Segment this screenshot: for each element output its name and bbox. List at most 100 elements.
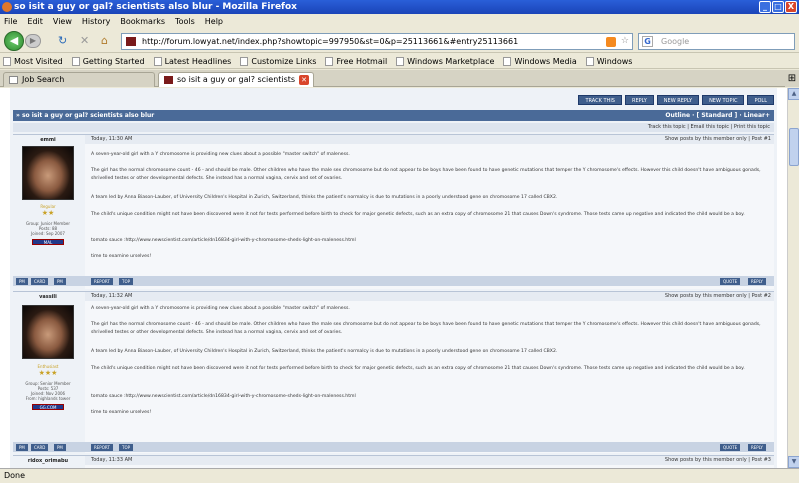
bookmark-latest-headlines[interactable]: Latest Headlines — [153, 54, 231, 68]
topic-title: » so isit a guy or gal? scientists also … — [16, 112, 155, 119]
google-search-icon[interactable]: G — [642, 36, 653, 47]
bookmark-free-hotmail[interactable]: Free Hotmail — [325, 54, 387, 68]
avatar — [22, 146, 74, 200]
post-header-links[interactable]: Show posts by this member only | Post #2 — [665, 292, 771, 301]
reply-button[interactable]: REPLY — [624, 95, 654, 105]
topic-view-options[interactable]: Outline · [ Standard ] · Linear+ — [665, 110, 770, 121]
status-text: Done — [4, 471, 26, 480]
post-body: Today, 11:32 AM Show posts by this membe… — [85, 292, 774, 453]
tab-forum-topic[interactable]: so isit a guy or gal? scientists als... … — [158, 72, 314, 98]
reply-button[interactable]: REPLY — [748, 278, 766, 285]
menu-bookmarks[interactable]: Bookmarks — [120, 14, 165, 29]
pm-button[interactable]: PM — [16, 278, 28, 285]
reply-button[interactable]: REPLY — [748, 444, 766, 451]
menu-edit[interactable]: Edit — [27, 14, 43, 29]
track-button[interactable]: TRACK THIS — [578, 95, 622, 105]
firefox-icon — [2, 2, 12, 12]
topic-options-row[interactable]: Track this topic | Email this topic | Pr… — [13, 123, 774, 132]
stop-icon[interactable]: ✕ — [80, 35, 89, 47]
forum-page: TRACK THIS REPLY NEW REPLY NEW TOPIC POL… — [10, 88, 777, 468]
rss-feed-icon[interactable] — [606, 37, 616, 47]
site-favicon — [126, 37, 136, 46]
menu-history[interactable]: History — [82, 14, 110, 29]
post-paragraph: time to examine urselves! — [91, 410, 152, 415]
post-author-panel: vassili Enthusiast ★★★ Group: Senior Mem… — [13, 292, 83, 453]
post-paragraph: A team led by Anna Biason-Lauber, of Uni… — [91, 195, 558, 200]
post-timestamp: Today, 11:30 AM — [91, 136, 133, 142]
post-author-panel: ridox_orimabu — [13, 456, 83, 468]
rank-stars-icon: ★★★ — [38, 369, 58, 377]
card-button[interactable]: CARD — [31, 444, 49, 451]
bookmark-windows[interactable]: Windows — [585, 54, 632, 68]
post-header-links[interactable]: Show posts by this member only | Post #1 — [665, 135, 771, 144]
post-header: Today, 11:30 AM Show posts by this membe… — [85, 135, 774, 144]
forum-post: vassili Enthusiast ★★★ Group: Senior Mem… — [13, 291, 774, 453]
post-link[interactable]: tomato sauce :http://www.newscientist.co… — [91, 393, 769, 401]
post-username[interactable]: ridox_orimabu — [13, 457, 83, 465]
new-reply-button[interactable]: NEW REPLY — [656, 95, 700, 105]
status-bar: Done — [0, 468, 799, 483]
bookmark-getting-started[interactable]: Getting Started — [71, 54, 145, 68]
post-link[interactable]: tomato sauce :http://www.newscientist.co… — [91, 237, 769, 245]
pm-button[interactable]: PM — [54, 444, 66, 451]
home-icon[interactable]: ⌂ — [101, 35, 108, 47]
topic-title-bar: » so isit a guy or gal? scientists also … — [13, 110, 774, 121]
menu-file[interactable]: File — [4, 14, 17, 29]
quote-button[interactable]: QUOTE — [720, 278, 741, 285]
menu-help[interactable]: Help — [205, 14, 223, 29]
pm-button[interactable]: PM — [54, 278, 66, 285]
reload-icon[interactable]: ↻ — [58, 35, 67, 47]
post-paragraph: The girl has the normal chromosome count… — [91, 168, 761, 181]
rank-stars-icon: ★★ — [41, 209, 55, 217]
member-joined: Joined: Sep 2007 — [31, 231, 65, 236]
pm-button[interactable]: PM — [16, 444, 28, 451]
minimize-button[interactable]: _ — [759, 1, 771, 13]
scrollbar-thumb[interactable] — [789, 128, 799, 166]
bookmark-star-icon[interactable]: ☆ — [621, 34, 629, 49]
search-box[interactable]: G Google — [638, 33, 795, 50]
maximize-button[interactable]: □ — [772, 1, 784, 13]
post-paragraph: The child's unique condition might not h… — [91, 212, 745, 217]
scroll-down-arrow-icon[interactable]: ▼ — [788, 456, 799, 468]
menu-view[interactable]: View — [53, 14, 72, 29]
post-paragraph: A seven-year-old girl with a Y chromosom… — [91, 306, 350, 311]
bookmark-most-visited[interactable]: Most Visited — [3, 54, 63, 68]
bookmark-windows-marketplace[interactable]: Windows Marketplace — [396, 54, 494, 68]
report-button[interactable]: REPORT — [91, 444, 113, 451]
poll-button[interactable]: POLL — [747, 95, 774, 105]
top-button[interactable]: TOP — [119, 444, 134, 451]
card-button[interactable]: CARD — [31, 278, 49, 285]
forward-button[interactable]: ▶ — [25, 34, 41, 48]
tab-job-search[interactable]: Job Search — [3, 72, 155, 87]
post-timestamp: Today, 11:33 AM — [91, 457, 133, 463]
menu-tools[interactable]: Tools — [175, 14, 195, 29]
page-viewport: TRACK THIS REPLY NEW REPLY NEW TOPIC POL… — [0, 88, 787, 468]
close-window-button[interactable]: X — [785, 1, 797, 13]
new-topic-button[interactable]: NEW TOPIC — [702, 95, 745, 105]
post-paragraph: A seven-year-old girl with a Y chromosom… — [91, 152, 350, 157]
post-body: Today, 11:30 AM Show posts by this membe… — [85, 135, 774, 289]
scroll-up-arrow-icon[interactable]: ▲ — [788, 88, 799, 100]
bookmark-customize-links[interactable]: Customize Links — [240, 54, 316, 68]
tab-list-button[interactable]: ⊞ — [785, 72, 799, 87]
post-paragraph: A team led by Anna Biason-Lauber, of Uni… — [91, 349, 558, 354]
post-username[interactable]: vassili — [13, 293, 83, 301]
report-button[interactable]: REPORT — [91, 278, 113, 285]
quote-button[interactable]: QUOTE — [720, 444, 741, 451]
window-controls: _ □ X — [759, 1, 797, 13]
vertical-scrollbar[interactable]: ▲ ▼ — [787, 88, 799, 468]
back-button[interactable]: ◀ — [4, 31, 24, 51]
post-header-links[interactable]: Show posts by this member only | Post #3 — [665, 456, 771, 465]
bookmark-windows-media[interactable]: Windows Media — [503, 54, 577, 68]
post-footer: PM CARD PM REPORT TOP QUOTE REPLY — [13, 276, 774, 286]
signature-badge: GG.COM — [32, 404, 64, 410]
navigation-toolbar: ◀ ▶ ↻ ✕ ⌂ http://forum.lowyat.net/index.… — [0, 29, 799, 53]
post-header: Today, 11:33 AM Show posts by this membe… — [85, 456, 774, 465]
post-paragraph: The girl has the normal chromosome count… — [91, 322, 761, 335]
page-icon — [9, 76, 18, 84]
post-paragraph: The child's unique condition might not h… — [91, 366, 745, 371]
post-username[interactable]: emmi — [13, 136, 83, 144]
address-bar[interactable]: http://forum.lowyat.net/index.php?showto… — [121, 33, 633, 50]
tab-close-button[interactable]: ✕ — [299, 75, 309, 85]
top-button[interactable]: TOP — [119, 278, 134, 285]
